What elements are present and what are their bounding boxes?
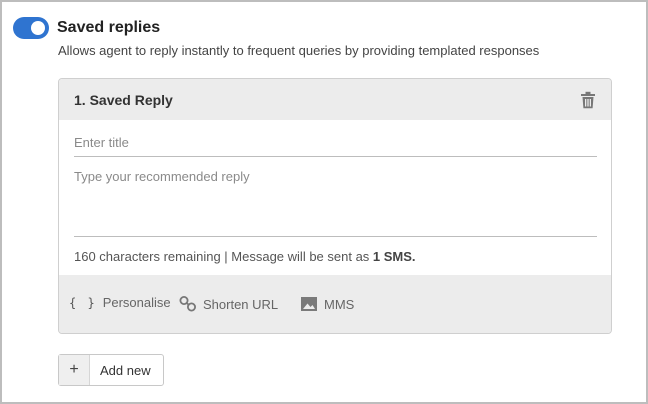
saved-reply-card: 1. Saved Reply 160 characters remaining …	[58, 78, 612, 334]
add-new-button[interactable]: + Add new	[58, 354, 164, 386]
mms-label: MMS	[324, 296, 355, 312]
sms-count: 1 SMS.	[372, 249, 416, 264]
shorten-url-label: Shorten URL	[203, 296, 279, 312]
plus-icon: +	[59, 355, 90, 385]
add-new-label: Add new	[100, 362, 151, 378]
link-icon	[179, 296, 196, 312]
mms-button[interactable]: MMS	[300, 295, 354, 313]
saved-replies-toggle[interactable]	[13, 17, 49, 39]
reply-textarea[interactable]	[74, 169, 597, 237]
section-title: Saved replies	[57, 19, 161, 36]
personalise-label: Personalise	[102, 295, 171, 310]
shorten-url-button[interactable]: Shorten URL	[179, 295, 278, 313]
settings-panel: Saved replies Allows agent to reply inst…	[0, 0, 648, 404]
personalise-button[interactable]: { } Personalise	[69, 295, 171, 310]
toggle-knob	[31, 21, 45, 35]
card-title: 1. Saved Reply	[74, 92, 173, 108]
card-header: 1. Saved Reply	[59, 79, 611, 120]
title-input[interactable]	[74, 129, 597, 157]
braces-icon: { }	[69, 295, 97, 310]
card-toolbar: { } Personalise Shorten URL MMS	[59, 275, 611, 333]
trash-icon[interactable]	[580, 91, 596, 109]
character-counter: 160 characters remaining | Message will …	[74, 249, 416, 264]
section-description: Allows agent to reply instantly to frequ…	[58, 43, 540, 58]
image-icon	[301, 297, 317, 311]
